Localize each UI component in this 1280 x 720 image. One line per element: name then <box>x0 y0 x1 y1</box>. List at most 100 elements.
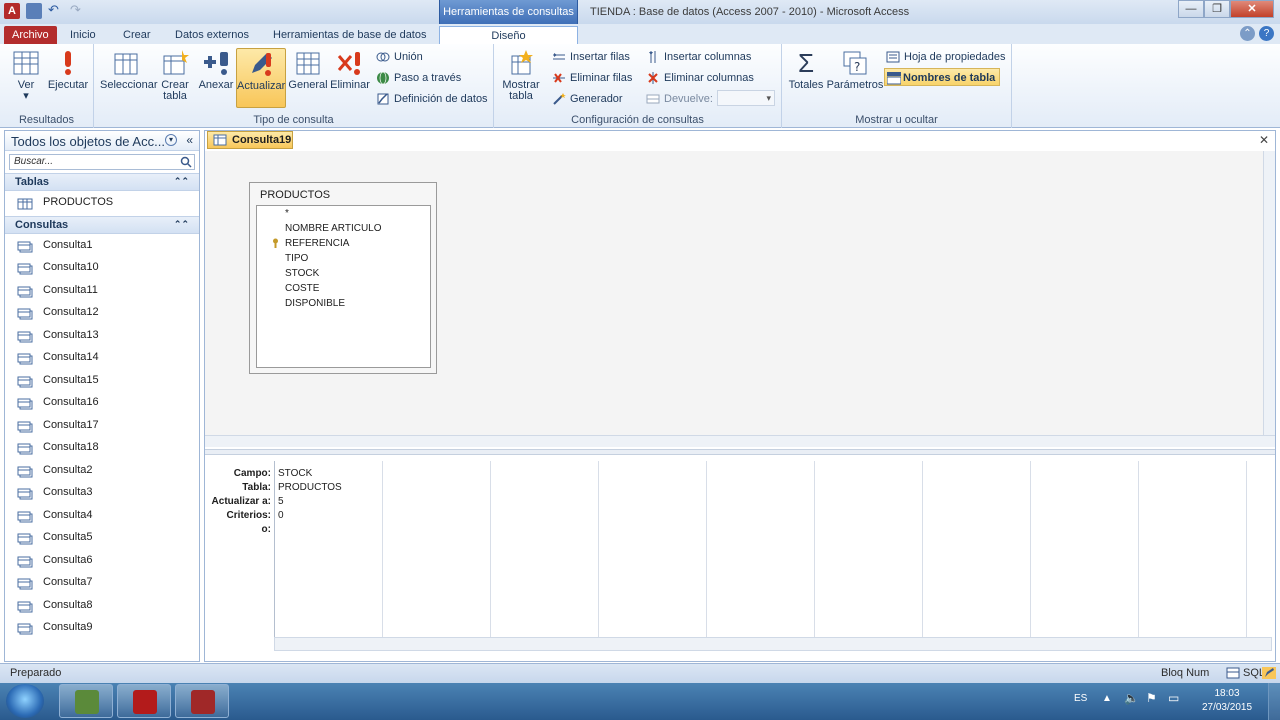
field-item[interactable]: COSTE <box>257 281 430 296</box>
union-button[interactable]: Unión <box>376 48 423 66</box>
grid-cell-update-to[interactable]: 5 <box>278 495 284 509</box>
nav-item-query[interactable]: Consulta2 <box>5 459 199 482</box>
field-item[interactable]: TIPO <box>257 251 430 266</box>
data-definition-button[interactable]: Definición de datos <box>376 90 488 108</box>
nav-item-query[interactable]: Consulta1 <box>5 234 199 257</box>
nav-pane-header[interactable]: Todos los objetos de Acc... ▾ « <box>5 131 199 151</box>
grid-column[interactable] <box>1031 461 1139 637</box>
nav-search-input[interactable]: Buscar... <box>9 154 195 170</box>
builder-button[interactable]: Generador <box>552 90 623 108</box>
nav-item-query[interactable]: Consulta5 <box>5 526 199 549</box>
chevron-down-icon[interactable]: ▾ <box>165 134 177 146</box>
close-button[interactable]: ✕ <box>1230 0 1274 18</box>
nav-item-query[interactable]: Consulta10 <box>5 256 199 279</box>
tray-arrow-icon[interactable]: ▲ <box>1102 693 1112 704</box>
insert-columns-button[interactable]: Insertar columnas <box>646 48 751 66</box>
system-clock[interactable]: 18:03 27/03/2015 <box>1200 687 1254 715</box>
network-icon[interactable]: ▭ <box>1168 691 1179 705</box>
nav-item-query[interactable]: Consulta17 <box>5 414 199 437</box>
show-desktop-button[interactable] <box>1268 683 1280 720</box>
document-tab[interactable]: Consulta19 <box>207 131 293 149</box>
taskbar-access[interactable] <box>175 684 229 718</box>
make-table-button[interactable]: Crear tabla <box>152 48 198 108</box>
nav-item-query[interactable]: Consulta8 <box>5 594 199 617</box>
field-item[interactable]: NOMBRE ARTICULO <box>257 221 430 236</box>
speaker-icon[interactable]: 🔈 <box>1124 691 1139 705</box>
nav-item-query[interactable]: Consulta18 <box>5 436 199 459</box>
tab-database-tools[interactable]: Herramientas de base de datos <box>265 26 434 44</box>
grid-column[interactable] <box>599 461 707 637</box>
grid-column[interactable]: STOCK PRODUCTOS 5 0 <box>275 461 383 637</box>
insert-rows-button[interactable]: Insertar filas <box>552 48 630 66</box>
save-icon[interactable] <box>26 3 42 19</box>
grid-column[interactable] <box>1139 461 1247 637</box>
help-icon[interactable]: ? <box>1259 26 1274 41</box>
view-button[interactable]: Ver ▾ <box>2 48 50 108</box>
search-icon[interactable] <box>180 156 192 168</box>
restore-button[interactable]: ❐ <box>1204 0 1230 18</box>
minimize-button[interactable]: — <box>1178 0 1204 18</box>
tab-design[interactable]: Diseño <box>439 26 578 44</box>
nav-item-query[interactable]: Consulta13 <box>5 324 199 347</box>
datasheet-view-icon[interactable] <box>1226 667 1240 679</box>
close-document-icon[interactable]: ✕ <box>1259 133 1269 147</box>
nav-item-query[interactable]: Consulta9 <box>5 616 199 639</box>
nav-item-query[interactable]: Consulta14 <box>5 346 199 369</box>
language-indicator[interactable]: ES <box>1074 693 1087 704</box>
collapse-pane-icon[interactable]: « <box>186 133 193 147</box>
start-button[interactable] <box>6 684 44 718</box>
tab-file[interactable]: Archivo <box>4 26 57 44</box>
grid-cell-field[interactable]: STOCK <box>278 467 312 481</box>
flag-icon[interactable]: ⚑ <box>1146 691 1157 705</box>
ribbon-minimize-icon[interactable]: ⌃ <box>1240 26 1255 41</box>
nav-item-query[interactable]: Consulta15 <box>5 369 199 392</box>
section-tables[interactable]: Tablas ⌃⌃ <box>5 173 199 191</box>
returns-dropdown[interactable]: ▾ <box>717 90 775 106</box>
nav-item-query[interactable]: Consulta4 <box>5 504 199 527</box>
table-field-list[interactable]: PRODUCTOS * NOMBRE ARTICULO REFERENCIA T… <box>249 182 437 374</box>
delete-query-button[interactable]: Eliminar <box>328 48 372 108</box>
tab-create[interactable]: Crear <box>115 26 159 44</box>
taskbar-app-2[interactable] <box>117 684 171 718</box>
nav-item-table[interactable]: PRODUCTOS <box>5 191 199 214</box>
taskbar-app-1[interactable] <box>59 684 113 718</box>
nav-item-query[interactable]: Consulta7 <box>5 571 199 594</box>
grid-column[interactable] <box>383 461 491 637</box>
section-queries[interactable]: Consultas ⌃⌃ <box>5 215 199 234</box>
field-item[interactable]: * <box>257 206 430 221</box>
collapse-arrow-icon[interactable]: ⌃⌃ <box>174 219 189 230</box>
sql-view-icon[interactable]: SQL <box>1243 667 1265 679</box>
passthrough-button[interactable]: Paso a través <box>376 69 461 87</box>
grid-cell-table[interactable]: PRODUCTOS <box>278 481 342 495</box>
select-query-button[interactable]: Seleccionar <box>100 48 157 108</box>
grid-column[interactable] <box>491 461 599 637</box>
totals-button[interactable]: Σ Totales <box>784 48 828 108</box>
show-table-button[interactable]: Mostrar tabla <box>496 48 546 108</box>
nav-item-query[interactable]: Consulta3 <box>5 481 199 504</box>
table-names-button[interactable]: Nombres de tabla <box>884 68 1001 86</box>
tab-external-data[interactable]: Datos externos <box>167 26 257 44</box>
grid-column[interactable] <box>815 461 923 637</box>
delete-columns-button[interactable]: Eliminar columnas <box>646 69 754 87</box>
field-item[interactable]: REFERENCIA <box>257 236 430 251</box>
grid-column[interactable] <box>923 461 1031 637</box>
nav-item-query[interactable]: Consulta12 <box>5 301 199 324</box>
property-sheet-button[interactable]: Hoja de propiedades <box>886 48 1006 66</box>
parameters-button[interactable]: ? Parámetros <box>826 48 884 108</box>
access-app-icon[interactable]: A <box>4 3 20 19</box>
design-view-icon[interactable] <box>1262 667 1276 679</box>
grid-column[interactable] <box>707 461 815 637</box>
run-button[interactable]: Ejecutar <box>44 48 92 108</box>
horizontal-scrollbar[interactable] <box>205 435 1275 447</box>
nav-item-query[interactable]: Consulta11 <box>5 279 199 302</box>
crosstab-button[interactable]: General <box>286 48 330 108</box>
field-item[interactable]: DISPONIBLE <box>257 296 430 311</box>
update-query-button[interactable]: Actualizar <box>236 48 286 108</box>
grid-horizontal-scrollbar[interactable] <box>274 637 1272 651</box>
redo-icon[interactable]: ↷ <box>70 3 86 19</box>
field-item[interactable]: STOCK <box>257 266 430 281</box>
vertical-scrollbar[interactable] <box>1263 151 1275 435</box>
undo-icon[interactable]: ↶ <box>48 3 64 19</box>
delete-rows-button[interactable]: Eliminar filas <box>552 69 632 87</box>
pane-splitter[interactable] <box>205 449 1275 455</box>
